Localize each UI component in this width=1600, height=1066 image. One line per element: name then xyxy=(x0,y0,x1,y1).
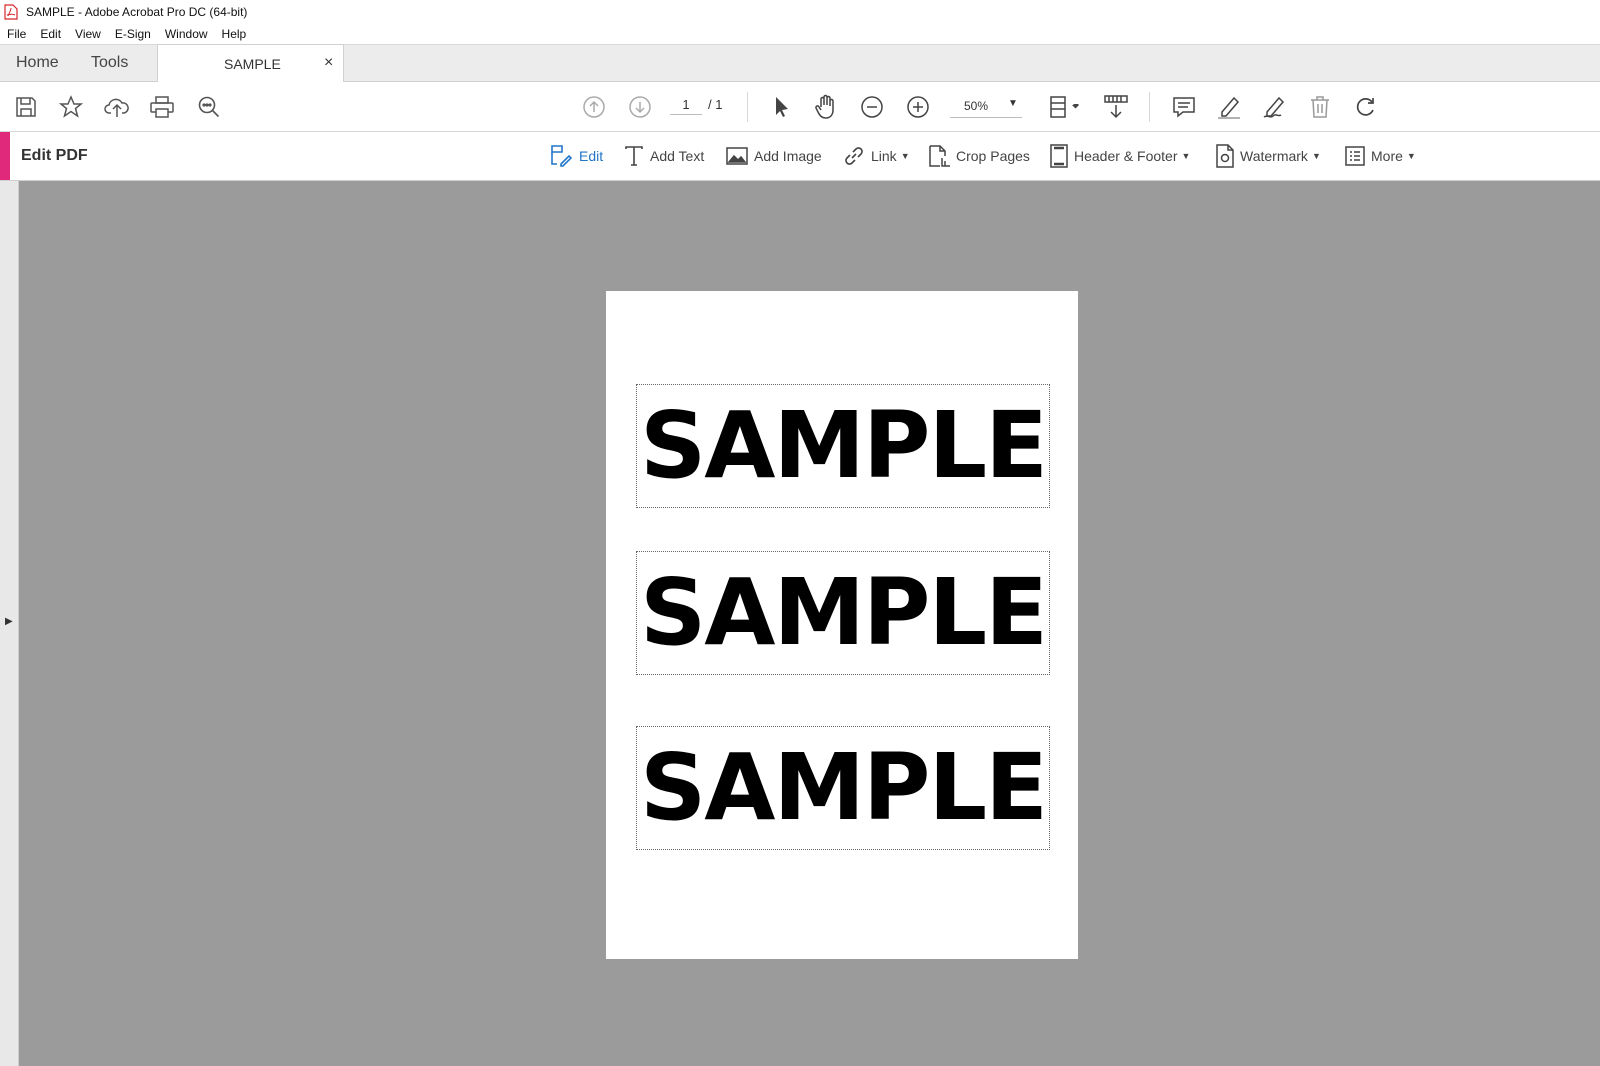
menu-esign[interactable]: E-Sign xyxy=(115,27,151,41)
chevron-down-icon: ▼ xyxy=(1311,151,1321,161)
edit-button[interactable]: Edit xyxy=(549,142,603,170)
menu-help[interactable]: Help xyxy=(222,27,247,41)
scroll-mode-icon[interactable] xyxy=(1100,93,1132,121)
image-icon xyxy=(726,147,748,165)
zoom-out-icon[interactable] xyxy=(858,93,886,121)
text-block-content[interactable]: SAMPLE xyxy=(640,400,1048,492)
chevron-down-icon: ▼ xyxy=(900,151,910,161)
acrobat-pdf-icon xyxy=(4,4,20,20)
watermark-button[interactable]: Watermark ▼ xyxy=(1216,142,1321,170)
add-text-button[interactable]: Add Text xyxy=(624,142,704,170)
zoom-in-icon[interactable] xyxy=(904,93,932,121)
close-tab-icon[interactable]: × xyxy=(324,54,333,72)
more-button[interactable]: More ▼ xyxy=(1345,142,1416,170)
edit-pdf-title: Edit PDF xyxy=(21,147,88,164)
sign-icon[interactable] xyxy=(1261,93,1289,121)
comment-icon[interactable] xyxy=(1170,93,1198,121)
tab-document[interactable]: SAMPLE × xyxy=(157,44,344,83)
menu-view[interactable]: View xyxy=(75,27,101,41)
chevron-down-icon: ▼ xyxy=(1406,151,1416,161)
next-page-icon[interactable] xyxy=(626,93,654,121)
tab-bar: Home Tools SAMPLE × xyxy=(0,44,1600,83)
cloud-upload-icon[interactable] xyxy=(103,93,131,121)
toolbar-divider xyxy=(747,92,748,122)
editable-text-block[interactable]: SAMPLE xyxy=(636,551,1050,675)
link-button[interactable]: Link ▼ xyxy=(843,142,910,170)
menu-file[interactable]: File xyxy=(7,27,26,41)
edit-pdf-toolbar: Edit PDF Edit Add Text Add Image Link ▼ … xyxy=(0,132,1600,181)
tab-home[interactable]: Home xyxy=(16,54,59,72)
save-icon[interactable] xyxy=(12,93,40,121)
more-list-icon xyxy=(1345,146,1365,166)
text-t-icon xyxy=(625,146,643,166)
more-label: More xyxy=(1371,148,1403,164)
watermark-icon xyxy=(1216,144,1234,168)
title-bar: SAMPLE - Adobe Acrobat Pro DC (64-bit) xyxy=(0,0,1600,24)
add-image-label: Add Image xyxy=(754,148,822,164)
tab-document-label: SAMPLE xyxy=(224,56,281,72)
expand-panel-arrow-icon[interactable]: ▶ xyxy=(5,616,13,627)
pdf-page[interactable]: SAMPLE SAMPLE SAMPLE xyxy=(606,291,1078,959)
toolbar-divider xyxy=(1149,92,1150,122)
watermark-label: Watermark xyxy=(1240,148,1308,164)
delete-icon[interactable] xyxy=(1306,93,1334,121)
edit-text-image-icon xyxy=(551,145,573,167)
zoom-dropdown[interactable]: 50% ▼ xyxy=(950,96,1022,118)
menu-edit[interactable]: Edit xyxy=(40,27,61,41)
menu-window[interactable]: Window xyxy=(165,27,208,41)
crop-page-icon xyxy=(929,145,950,167)
edit-label: Edit xyxy=(579,148,604,164)
chevron-down-icon: ▼ xyxy=(1181,151,1191,161)
crop-pages-label: Crop Pages xyxy=(956,148,1030,164)
header-footer-label: Header & Footer xyxy=(1074,148,1178,164)
link-chain-icon xyxy=(845,147,863,165)
crop-pages-button[interactable]: Crop Pages xyxy=(928,142,1030,170)
window-title: SAMPLE - Adobe Acrobat Pro DC (64-bit) xyxy=(26,5,248,19)
tab-tools[interactable]: Tools xyxy=(91,54,128,72)
editable-text-block[interactable]: SAMPLE xyxy=(636,726,1050,850)
text-block-content[interactable]: SAMPLE xyxy=(640,567,1048,659)
add-image-button[interactable]: Add Image xyxy=(726,142,822,170)
add-text-label: Add Text xyxy=(650,148,705,164)
left-panel-collapsed[interactable]: ▶ xyxy=(0,181,19,1066)
find-icon[interactable] xyxy=(195,93,223,121)
hand-icon[interactable] xyxy=(812,93,840,121)
editable-text-block[interactable]: SAMPLE xyxy=(636,384,1050,508)
header-footer-button[interactable]: Header & Footer ▼ xyxy=(1050,142,1190,170)
print-icon[interactable] xyxy=(148,93,176,121)
text-block-content[interactable]: SAMPLE xyxy=(640,742,1048,834)
highlight-icon[interactable] xyxy=(1215,93,1243,121)
rotate-icon[interactable] xyxy=(1352,93,1380,121)
page-number-input[interactable]: 1 xyxy=(670,97,702,115)
zoom-value: 50% xyxy=(964,99,989,113)
edit-pdf-accent xyxy=(0,132,10,180)
chevron-down-icon: ▼ xyxy=(1008,98,1018,109)
link-label: Link xyxy=(871,148,897,164)
menu-bar: File Edit View E-Sign Window Help xyxy=(0,24,1600,44)
prev-page-icon[interactable] xyxy=(580,93,608,121)
header-footer-icon xyxy=(1050,144,1068,168)
fit-page-icon[interactable] xyxy=(1046,93,1082,121)
star-icon[interactable] xyxy=(57,93,85,121)
main-toolbar: 1 / 1 50% ▼ xyxy=(0,82,1600,132)
page-total: / 1 xyxy=(708,97,723,112)
select-cursor-icon[interactable] xyxy=(768,93,796,121)
